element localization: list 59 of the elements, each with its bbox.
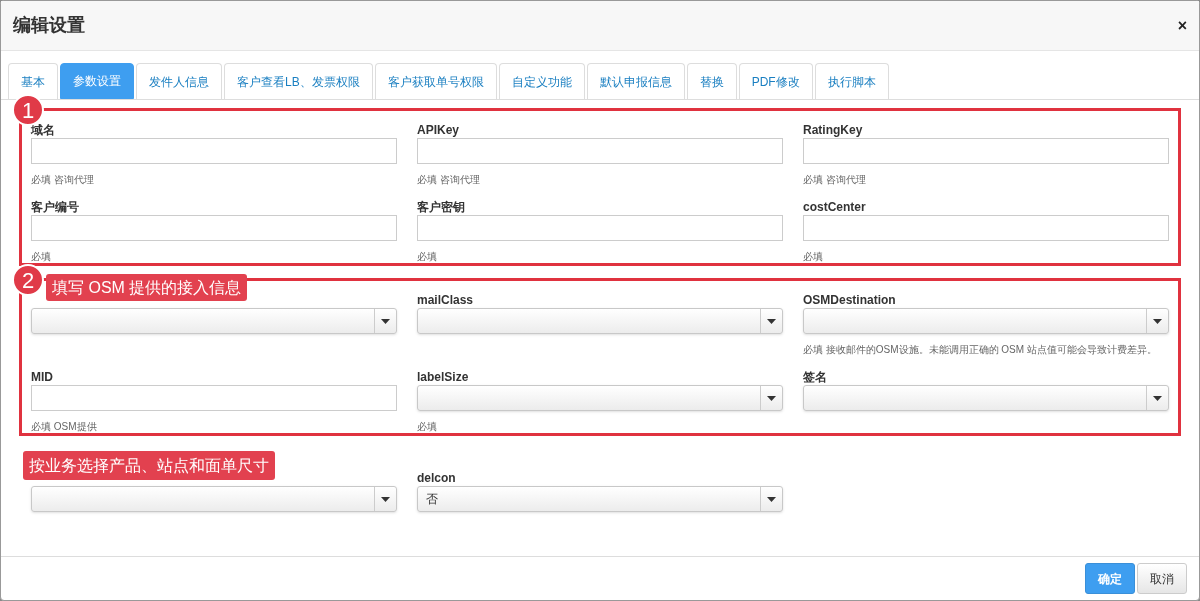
field-label: costCenter	[803, 200, 866, 214]
text-field[interactable]	[417, 138, 783, 164]
field-label: 域名	[31, 123, 55, 137]
select-field[interactable]	[31, 308, 397, 334]
field-hint: 必填	[417, 421, 437, 432]
tab[interactable]: 自定义功能	[498, 63, 585, 99]
close-button[interactable]: ×	[1177, 17, 1187, 34]
field-hint: 必填	[803, 251, 823, 262]
text-field[interactable]	[31, 215, 397, 241]
caret-icon	[381, 318, 390, 324]
field-label: labelSize	[417, 370, 469, 384]
field-label: RatingKey	[803, 123, 863, 137]
tab[interactable]: 默认申报信息	[586, 63, 685, 99]
caret-icon	[1153, 395, 1162, 401]
field-label: 客户编号	[31, 200, 79, 214]
field-hint: 必填	[417, 251, 437, 262]
field-hint: 必填	[31, 251, 51, 262]
field-label: delcon	[417, 471, 456, 485]
select-field[interactable]: 否	[417, 486, 783, 512]
annotation-callout: 填写 OSM 提供的接入信息	[46, 274, 248, 301]
tab[interactable]: 参数设置	[60, 63, 134, 99]
tab[interactable]: 基本	[8, 63, 58, 99]
field-label: MID	[31, 370, 53, 384]
select-field[interactable]	[417, 385, 783, 411]
caret-icon	[767, 395, 776, 401]
field-hint: 必填 咨询代理	[803, 174, 866, 185]
step-number-badge: 2	[12, 264, 44, 296]
field-label: OSMDestination	[803, 293, 896, 307]
field-hint: 必填 OSM提供	[31, 421, 97, 432]
select-field[interactable]	[417, 308, 783, 334]
text-field[interactable]	[31, 385, 397, 411]
select-field[interactable]	[31, 486, 397, 512]
field-hint: 必填 接收邮件的OSM设施。未能调用正确的 OSM 站点值可能会导致计费差异。	[803, 344, 1157, 355]
cancel-button[interactable]: 取消	[1137, 563, 1187, 594]
select-field[interactable]	[803, 308, 1169, 334]
field-label: mailClass	[417, 293, 474, 307]
field-hint: 必填 咨询代理	[31, 174, 94, 185]
text-field[interactable]	[803, 215, 1169, 241]
dialog-title: 编辑设置	[13, 14, 85, 37]
tab[interactable]: 客户获取单号权限	[374, 63, 497, 99]
text-field[interactable]	[31, 138, 397, 164]
tab[interactable]: PDF修改	[738, 63, 813, 99]
field-hint: 必填 咨询代理	[417, 174, 480, 185]
caret-icon	[767, 496, 776, 502]
caret-icon	[767, 318, 776, 324]
field-label: 签名	[803, 370, 827, 384]
confirm-button[interactable]: 确定	[1085, 563, 1135, 594]
field-label: 客户密钥	[417, 200, 465, 214]
select-field[interactable]	[803, 385, 1169, 411]
tab[interactable]: 客户查看LB、发票权限	[224, 63, 373, 99]
tab[interactable]: 发件人信息	[136, 63, 222, 99]
annotation-callout: 按业务选择产品、站点和面单尺寸	[23, 451, 275, 480]
text-field[interactable]	[417, 215, 783, 241]
tab[interactable]: 执行脚本	[814, 63, 889, 99]
field-label: APIKey	[417, 123, 460, 137]
text-field[interactable]	[803, 138, 1169, 164]
caret-icon	[1153, 318, 1162, 324]
tab[interactable]: 替换	[686, 63, 737, 99]
caret-icon	[381, 496, 390, 502]
